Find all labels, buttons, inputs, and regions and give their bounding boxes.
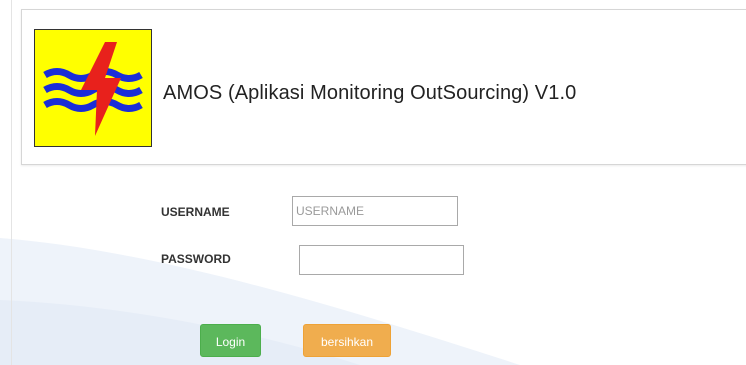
login-page: AMOS (Aplikasi Monitoring OutSourcing) V…	[0, 0, 746, 365]
app-title: AMOS (Aplikasi Monitoring OutSourcing) V…	[163, 82, 577, 104]
password-input[interactable]	[299, 245, 464, 275]
password-label: PASSWORD	[161, 252, 231, 266]
username-label: USERNAME	[161, 205, 230, 219]
pln-lightning-logo-icon	[34, 29, 152, 147]
left-border-line	[11, 0, 12, 365]
login-button[interactable]: Login	[200, 324, 261, 357]
clear-button[interactable]: bersihkan	[303, 324, 391, 357]
username-input[interactable]	[292, 196, 458, 226]
